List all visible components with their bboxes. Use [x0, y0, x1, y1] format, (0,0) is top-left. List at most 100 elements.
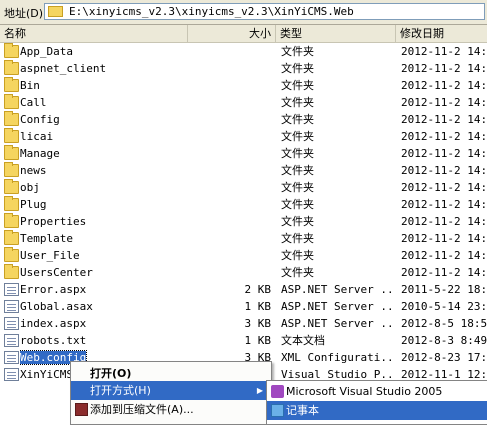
folder-icon: [4, 179, 19, 194]
file-row[interactable]: Call 文件夹 2012-11-2 14:5: [0, 94, 487, 111]
file-type: 文件夹: [281, 113, 314, 126]
file-name: Error.aspx: [20, 283, 87, 296]
file-type: 文件夹: [281, 249, 314, 262]
file-type: ASP.NET Server ...: [281, 283, 394, 296]
file-modified: 2011-5-22 18:5: [401, 283, 487, 296]
file-type: ASP.NET Server ...: [281, 317, 394, 330]
file-row[interactable]: licai 文件夹 2012-11-2 14:5: [0, 128, 487, 145]
file-row[interactable]: Properties 文件夹 2012-11-2 14:5: [0, 213, 487, 230]
file-icon: [4, 351, 19, 364]
file-name: Properties: [20, 215, 87, 228]
file-row[interactable]: index.aspx 3 KB ASP.NET Server ... 2012-8-5…: [0, 315, 487, 332]
file-type: 文件夹: [281, 164, 314, 177]
folder-icon: [4, 196, 19, 211]
file-row[interactable]: Manage 文件夹 2012-11-2 14:5: [0, 145, 487, 162]
file-row[interactable]: Error.aspx 2 KB ASP.NET Server ... 2011-5-2…: [0, 281, 487, 298]
file-type: ASP.NET Server ...: [281, 300, 394, 313]
file-name: Config: [20, 113, 60, 126]
address-input[interactable]: E:\xinyicms_v2.3\xinyicms_v2.3\XinYiCMS.…: [44, 3, 485, 20]
folder-icon: [4, 145, 19, 160]
file-row[interactable]: Global.asax 1 KB ASP.NET Server ... 2010-5-…: [0, 298, 487, 315]
file-type: 文件夹: [281, 62, 314, 75]
file-type: 文件夹: [281, 232, 314, 245]
address-bar: 地址(D) E:\xinyicms_v2.3\xinyicms_v2.3\Xin…: [0, 0, 487, 25]
file-modified: 2012-11-2 14:5: [401, 181, 487, 194]
folder-icon: [4, 213, 19, 228]
file-name: robots.txt: [20, 334, 87, 347]
file-name: Manage: [20, 147, 60, 160]
file-row[interactable]: robots.txt 1 KB 文本文档 2012-8-3 8:49: [0, 332, 487, 349]
folder-icon: [4, 230, 19, 245]
context-menu: 打开(O) 打开方式(H) ▶ 添加到压缩文件(A)...: [70, 361, 272, 425]
file-row[interactable]: App_Data 文件夹 2012-11-2 14:5: [0, 43, 487, 60]
file-row[interactable]: Template 文件夹 2012-11-2 14:5: [0, 230, 487, 247]
file-name: aspnet_client: [20, 62, 107, 75]
file-modified: 2012-11-2 14:5: [401, 130, 487, 143]
file-row[interactable]: UsersCenter 文件夹 2012-11-2 14:5: [0, 264, 487, 281]
file-modified: 2012-8-3 8:49: [401, 334, 487, 347]
folder-icon: [48, 6, 63, 17]
file-modified: 2012-11-2 14:5: [401, 164, 487, 177]
file-name: licai: [20, 130, 54, 143]
file-name: Call: [20, 96, 47, 109]
file-name: obj: [20, 181, 40, 194]
file-size: 1 KB: [244, 300, 272, 313]
file-row[interactable]: Config 文件夹 2012-11-2 14:5: [0, 111, 487, 128]
column-header-size[interactable]: 大小: [188, 25, 276, 42]
blank-icon: [75, 367, 88, 380]
file-icon: [4, 334, 19, 347]
menu-item-visual-studio[interactable]: Microsoft Visual Studio 2005: [267, 382, 487, 401]
file-size: 1 KB: [244, 334, 272, 347]
file-icon: [4, 283, 19, 296]
column-header-name[interactable]: 名称: [0, 25, 188, 42]
folder-icon: [4, 128, 19, 143]
file-modified: 2012-11-2 14:5: [401, 45, 487, 58]
file-modified: 2012-11-2 14:5: [401, 96, 487, 109]
file-name: Plug: [20, 198, 47, 211]
file-type: 文本文档: [281, 334, 325, 347]
file-name: index.aspx: [20, 317, 87, 330]
file-modified: 2012-11-2 14:5: [401, 79, 487, 92]
address-path: E:\xinyicms_v2.3\xinyicms_v2.3\XinYiCMS.…: [69, 5, 354, 18]
file-name: Bin: [20, 79, 40, 92]
column-header-type[interactable]: 类型: [276, 25, 396, 42]
folder-icon: [4, 111, 19, 126]
file-row[interactable]: news 文件夹 2012-11-2 14:5: [0, 162, 487, 179]
file-type: 文件夹: [281, 45, 314, 58]
menu-item-add-to-archive[interactable]: 添加到压缩文件(A)...: [71, 400, 271, 419]
file-row[interactable]: obj 文件夹 2012-11-2 14:5: [0, 179, 487, 196]
menu-item-notepad[interactable]: 记事本: [267, 401, 487, 420]
file-type: 文件夹: [281, 79, 314, 92]
file-name: UsersCenter: [20, 266, 93, 279]
file-row[interactable]: Bin 文件夹 2012-11-2 14:5: [0, 77, 487, 94]
file-modified: 2012-11-2 14:5: [401, 147, 487, 160]
address-label: 地址(D): [4, 7, 44, 20]
file-modified: 2012-11-2 14:5: [401, 113, 487, 126]
column-header-modified[interactable]: 修改日期: [396, 25, 487, 42]
file-name: news: [20, 164, 47, 177]
file-type: 文件夹: [281, 198, 314, 211]
file-icon: [4, 300, 19, 313]
folder-icon: [4, 77, 19, 92]
folder-icon: [4, 162, 19, 177]
file-modified: 2012-11-2 14:5: [401, 249, 487, 262]
file-type: 文件夹: [281, 266, 314, 279]
file-name: User_File: [20, 249, 80, 262]
file-icon: [4, 368, 19, 381]
file-name: Template: [20, 232, 73, 245]
file-type: XML Configurati...: [281, 351, 394, 364]
file-type: 文件夹: [281, 130, 314, 143]
file-modified: 2012-11-2 14:5: [401, 266, 487, 279]
file-row[interactable]: User_File 文件夹 2012-11-2 14:5: [0, 247, 487, 264]
file-modified: 2010-5-14 23:4: [401, 300, 487, 313]
folder-icon: [4, 43, 19, 58]
file-modified: 2012-11-2 14:5: [401, 62, 487, 75]
file-row[interactable]: aspnet_client 文件夹 2012-11-2 14:5: [0, 60, 487, 77]
file-name: XinYiCMS: [20, 368, 73, 381]
menu-item-open-with[interactable]: 打开方式(H) ▶: [71, 381, 271, 400]
file-modified: 2012-11-2 14:5: [401, 215, 487, 228]
file-row[interactable]: Plug 文件夹 2012-11-2 14:5: [0, 196, 487, 213]
visual-studio-icon: [271, 385, 284, 398]
file-icon: [4, 317, 19, 330]
file-modified: 2012-8-23 17:0: [401, 351, 487, 364]
